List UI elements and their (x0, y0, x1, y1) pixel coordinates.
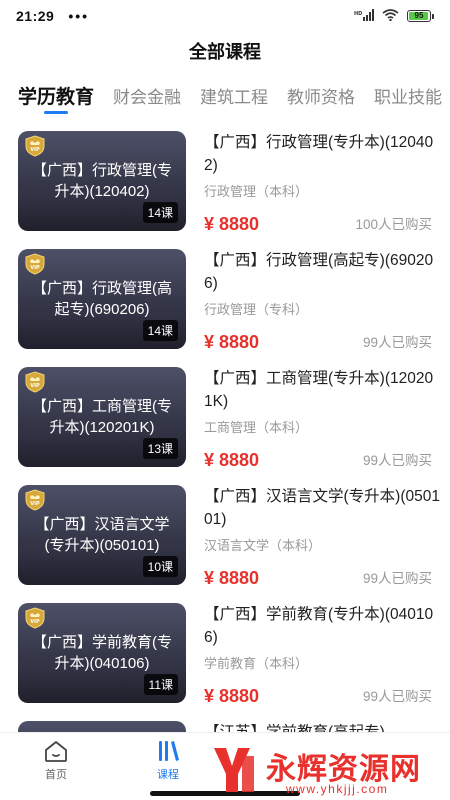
course-level: 汉语言文学（本科） (204, 538, 322, 553)
lesson-count-badge: 10课 (142, 556, 178, 577)
wifi-icon (382, 8, 399, 24)
course-info: 【广西】工商管理(专升本)(120201K) 工商管理（本科） ¥ 8880 9… (204, 367, 440, 470)
course-title[interactable]: 【广西】学前教育(专升本)(040106) (204, 603, 440, 649)
course-thumbnail[interactable]: VIP 【广西】行政管理(高起专)(690206) 14课 (18, 249, 186, 349)
cellular-signal-icon: HD (354, 8, 374, 24)
course-title[interactable]: 【广西】行政管理(高起专)(690206) (204, 249, 440, 295)
thumbnail-title: 【广西】汉语言文学(专升本)(050101) (34, 516, 170, 554)
course-title[interactable]: 【广西】行政管理(专升本)(120402) (204, 131, 440, 177)
buyer-count: 99人已购买 (362, 689, 432, 704)
svg-text:VIP: VIP (30, 147, 40, 153)
course-card[interactable]: VIP 【广西】汉语言文学(专升本)(050101) 10课 【广西】汉语言文学… (0, 476, 450, 594)
watermark: 永辉资源网 www.yhkjjj.com (208, 742, 438, 800)
course-card[interactable]: VIP 【广西】行政管理(专升本)(120402) 14课 【广西】行政管理(专… (0, 122, 450, 240)
lesson-count-badge: 13课 (142, 438, 178, 459)
course-thumbnail[interactable]: VIP 【广西】行政管理(专升本)(120402) 14课 (18, 131, 186, 231)
course-card[interactable]: VIP 【广西】工商管理(专升本)(120201K) 13课 【广西】工商管理(… (0, 358, 450, 476)
lesson-count-badge: 11课 (143, 674, 178, 695)
course-info: 【广西】学前教育(专升本)(040106) 学前教育（本科） ¥ 8880 99… (204, 603, 440, 706)
status-bar: 21:29 ••• HD 95 (0, 0, 450, 32)
vip-badge-icon: VIP (25, 135, 45, 157)
home-icon (45, 741, 67, 762)
course-info: 【广西】行政管理(专升本)(120402) 行政管理（本科） ¥ 8880 10… (204, 131, 440, 234)
course-price: ¥ 8880 (204, 686, 260, 706)
course-thumbnail[interactable]: VIP 【广西】学前教育(专升本)(040106) 11课 (18, 603, 186, 703)
course-card[interactable]: VIP 【广西】行政管理(高起专)(690206) 14课 【广西】行政管理(高… (0, 240, 450, 358)
course-price: ¥ 8880 (204, 450, 260, 470)
active-tab-indicator (44, 111, 68, 114)
tab-label: 教师资格 (287, 88, 356, 107)
tab-label: 职业技能 (374, 88, 443, 107)
tab-label: 建筑工程 (200, 88, 269, 107)
course-thumbnail[interactable] (18, 721, 186, 732)
svg-text:VIP: VIP (30, 619, 40, 625)
buyer-count: 99人已购买 (362, 453, 432, 468)
thumbnail-title: 【广西】工商管理(专升本)(120201K) (32, 398, 172, 436)
nav-courses-label: 课程 (157, 769, 179, 781)
lesson-count-badge: 14课 (142, 202, 178, 223)
tab-label: 学历教育 (18, 87, 95, 108)
battery-icon: 95 (407, 10, 434, 22)
tab-vocational-skills[interactable]: 职业技能 (374, 78, 442, 108)
course-info: 【江苏】学前教育(高起专) (204, 721, 440, 732)
course-level: 工商管理（本科） (204, 420, 309, 435)
watermark-logo-icon (214, 748, 254, 792)
status-time: 21:29 (16, 8, 55, 24)
more-dots-icon: ••• (68, 8, 90, 24)
svg-text:VIP: VIP (30, 383, 40, 389)
course-info: 【广西】行政管理(高起专)(690206) 行政管理（专科） ¥ 8880 99… (204, 249, 440, 352)
course-title[interactable]: 【广西】汉语言文学(专升本)(050101) (204, 485, 440, 531)
course-level: 学前教育（本科） (204, 656, 309, 671)
course-list[interactable]: VIP 【广西】行政管理(专升本)(120402) 14课 【广西】行政管理(专… (0, 122, 450, 732)
watermark-url: www.yhkjjj.com (286, 782, 389, 796)
thumbnail-title: 【广西】学前教育(专升本)(040106) (32, 634, 172, 672)
course-card[interactable]: 【江苏】学前教育(高起专) (0, 712, 450, 732)
vip-badge-icon: VIP (25, 371, 45, 393)
nav-home-label: 首页 (45, 769, 67, 781)
vip-badge-icon: VIP (25, 489, 45, 511)
tab-academic-education[interactable]: 学历教育 (18, 78, 95, 114)
svg-text:VIP: VIP (30, 501, 40, 507)
course-title[interactable]: 【江苏】学前教育(高起专) (204, 721, 440, 732)
tab-construction[interactable]: 建筑工程 (200, 78, 268, 108)
lesson-count-badge: 14课 (142, 320, 178, 341)
buyer-count: 99人已购买 (362, 335, 432, 350)
course-level: 行政管理（本科） (204, 184, 309, 199)
nav-courses[interactable]: 课程 (138, 739, 198, 782)
course-card[interactable]: VIP 【广西】学前教育(专升本)(040106) 11课 【广西】学前教育(专… (0, 594, 450, 712)
thumbnail-title: 【广西】行政管理(专升本)(120402) (32, 162, 172, 200)
svg-text:HD: HD (354, 11, 362, 17)
course-info: 【广西】汉语言文学(专升本)(050101) 汉语言文学（本科） ¥ 8880 … (204, 485, 440, 588)
buyer-count: 99人已购买 (362, 571, 432, 586)
svg-text:VIP: VIP (30, 265, 40, 271)
course-price: ¥ 8880 (204, 568, 260, 588)
status-icons: HD 95 (354, 8, 434, 24)
tab-accounting-finance[interactable]: 财会金融 (113, 78, 181, 108)
vip-badge-icon: VIP (25, 607, 45, 629)
course-price: ¥ 8880 (204, 332, 260, 352)
courses-icon (159, 741, 179, 761)
course-level: 行政管理（专科） (204, 302, 309, 317)
course-title[interactable]: 【广西】工商管理(专升本)(120201K) (204, 367, 440, 413)
course-price: ¥ 8880 (204, 214, 260, 234)
thumbnail-title: 【广西】行政管理(高起专)(690206) (32, 280, 172, 318)
battery-level: 95 (414, 11, 424, 20)
category-tabs: 学历教育 财会金融 建筑工程 教师资格 职业技能 (0, 78, 450, 118)
course-thumbnail[interactable]: VIP 【广西】工商管理(专升本)(120201K) 13课 (18, 367, 186, 467)
course-thumbnail[interactable]: VIP 【广西】汉语言文学(专升本)(050101) 10课 (18, 485, 186, 585)
tab-label: 财会金融 (113, 88, 182, 107)
page-title: 全部课程 (189, 42, 261, 62)
buyer-count: 100人已购买 (355, 217, 432, 232)
tab-teacher-qualification[interactable]: 教师资格 (287, 78, 355, 108)
vip-badge-icon: VIP (25, 253, 45, 275)
nav-home[interactable]: 首页 (26, 739, 86, 782)
